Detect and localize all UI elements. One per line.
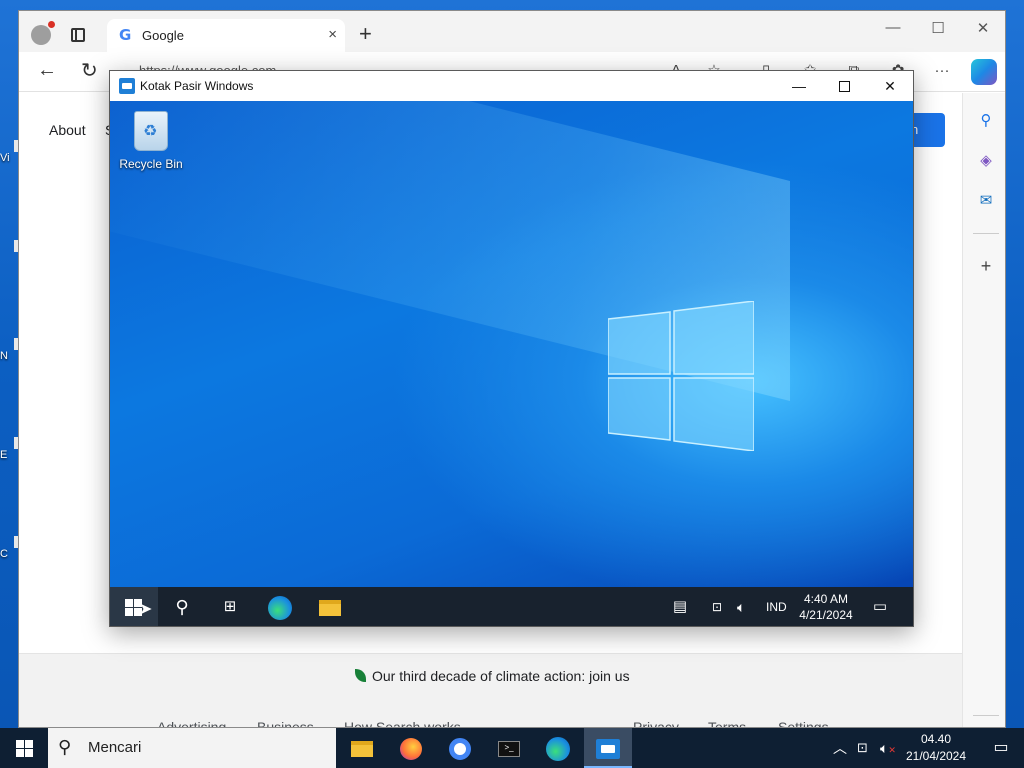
taskbar-firefox[interactable]	[387, 728, 435, 768]
sandbox-title-bar[interactable]: Kotak Pasir Windows — ✕	[110, 71, 913, 101]
sidebar-divider	[973, 233, 999, 234]
sandbox-edge-icon[interactable]	[256, 587, 304, 626]
desktop-icon-partial[interactable]: N	[0, 338, 20, 362]
edge-icon	[268, 596, 292, 621]
host-time: 04.40	[920, 732, 952, 746]
sandbox-date: 4/21/2024	[799, 608, 853, 622]
desktop-icon-partial[interactable]: C	[0, 536, 20, 560]
footer-link-how-search-works[interactable]: How Search works	[344, 719, 461, 727]
host-clock[interactable]: 04.40 21/04/2024	[900, 731, 972, 765]
desktop-icon-partial[interactable]: E	[0, 437, 20, 461]
start-button[interactable]	[0, 728, 48, 768]
sandbox-app-icon	[119, 78, 135, 94]
google-footer: Our third decade of climate action: join…	[19, 653, 962, 727]
sandbox-file-explorer-icon[interactable]	[306, 587, 354, 626]
taskbar-terminal[interactable]: >_	[485, 728, 533, 768]
taskbar-file-explorer[interactable]	[338, 728, 386, 768]
close-button[interactable]: ✕	[973, 19, 993, 37]
news-widget-icon[interactable]: ▤	[656, 587, 704, 626]
recycle-bin-label: Recycle Bin	[119, 157, 183, 171]
network-icon[interactable]: ⊡	[712, 587, 722, 626]
taskbar-windows-sandbox[interactable]	[584, 728, 632, 768]
desktop-icon-label: C	[0, 548, 8, 560]
sandbox-title: Kotak Pasir Windows	[140, 79, 254, 93]
windows-sandbox-window: Kotak Pasir Windows — ✕ Recycle Bin ➤ ⚲ …	[109, 70, 914, 627]
desktop-icon-label: E	[0, 449, 8, 461]
folder-icon	[319, 600, 341, 617]
notification-icon[interactable]: ▭	[978, 728, 1024, 768]
windows-start-icon	[16, 740, 33, 757]
desktop-icon-partial[interactable]	[0, 240, 20, 260]
tab-google[interactable]: G Google ×	[107, 19, 345, 52]
more-icon[interactable]: ···	[933, 62, 951, 80]
terminal-icon: >_	[498, 741, 520, 758]
chrome-icon	[449, 738, 471, 761]
tab-actions-icon[interactable]	[71, 28, 85, 42]
recycle-bin-graphic	[134, 111, 168, 151]
footer-link-settings[interactable]: Settings	[778, 719, 829, 727]
google-favicon-icon: G	[119, 26, 132, 44]
search-icon: ⚲	[58, 737, 72, 757]
folder-icon	[351, 741, 373, 758]
sandbox-minimize-button[interactable]: —	[776, 71, 822, 101]
sandbox-close-button[interactable]: ✕	[867, 71, 913, 101]
mouse-cursor-icon: ➤	[139, 601, 153, 618]
leaf-icon	[355, 669, 366, 682]
maximize-button[interactable]: ☐	[928, 19, 948, 37]
sandbox-language-indicator[interactable]: IND	[766, 587, 787, 626]
host-date: 21/04/2024	[905, 749, 967, 763]
add-icon[interactable]: +	[976, 256, 996, 276]
sandbox-icon	[596, 739, 620, 760]
taskbar-chrome[interactable]	[436, 728, 484, 768]
maximize-icon	[838, 81, 850, 92]
volume-muted-icon[interactable]: 🔈︎✕	[880, 728, 896, 768]
desktop-icon-label: N	[0, 350, 8, 362]
back-icon[interactable]: ←	[37, 59, 57, 82]
sandbox-clock[interactable]: 4:40 AM 4/21/2024	[794, 591, 858, 623]
sidebar-divider	[973, 715, 999, 716]
sandbox-taskbar: ➤ ⚲ ⊞ ▤ ⊡ 🔈︎ IND 4:40 AM 4/21/2024 ▭	[110, 587, 913, 626]
search-placeholder: Mencari	[88, 739, 142, 756]
tab-bar: G Google × + — ☐ ✕	[19, 11, 1005, 52]
edge-sidebar: ⚲ ◈ ✉ +	[962, 93, 1005, 727]
climate-link[interactable]: Our third decade of climate action: join…	[355, 668, 630, 684]
tab-title: Google	[142, 28, 184, 43]
task-view-icon[interactable]: ⊞	[206, 587, 254, 626]
taskbar-edge[interactable]	[534, 728, 582, 768]
about-link[interactable]: About	[49, 122, 86, 138]
sign-in-button[interactable]: n	[909, 113, 945, 147]
tab-close-icon[interactable]: ×	[328, 27, 337, 43]
firefox-icon	[400, 738, 422, 761]
copilot-icon[interactable]: ◈	[976, 151, 996, 171]
show-hidden-icons-icon[interactable]: ︿	[833, 728, 847, 768]
minimize-button[interactable]: —	[883, 19, 903, 36]
footer-link-advertising[interactable]: Advertising	[157, 719, 226, 727]
sandbox-desktop: Recycle Bin	[110, 101, 913, 587]
footer-link-terms[interactable]: Terms	[708, 719, 746, 727]
profile-avatar-icon[interactable]	[31, 21, 55, 45]
volume-icon[interactable]: 🔈︎	[737, 587, 745, 626]
sandbox-start-button[interactable]: ➤	[110, 587, 158, 626]
taskbar-search-box[interactable]: ⚲ Mencari	[48, 728, 336, 768]
windows-logo-wallpaper	[608, 301, 754, 451]
footer-link-privacy[interactable]: Privacy	[633, 719, 679, 727]
sandbox-search-icon[interactable]: ⚲	[158, 587, 206, 626]
new-tab-button[interactable]: +	[359, 23, 372, 45]
footer-link-business[interactable]: Business	[257, 719, 314, 727]
climate-text: Our third decade of climate action: join…	[372, 668, 630, 684]
copilot-icon[interactable]	[971, 59, 997, 85]
edge-icon	[546, 737, 570, 762]
host-taskbar: ⚲ Mencari >_ ︿ ⊡ 🔈︎✕ 04.40 21/04/2024 ▭	[0, 728, 1024, 768]
network-icon[interactable]: ⊡	[857, 728, 868, 768]
search-icon[interactable]: ⚲	[976, 111, 996, 131]
sandbox-time: 4:40 AM	[803, 592, 849, 606]
desktop-icon-partial[interactable]: Vi	[0, 140, 20, 164]
sandbox-maximize-button[interactable]	[821, 71, 867, 101]
outlook-icon[interactable]: ✉	[976, 191, 996, 211]
reload-icon[interactable]: ↻	[81, 58, 98, 83]
recycle-bin-icon[interactable]: Recycle Bin	[116, 111, 186, 171]
desktop-icon-label: Vi	[0, 152, 10, 164]
sandbox-notification-icon[interactable]: ▭	[856, 587, 904, 626]
